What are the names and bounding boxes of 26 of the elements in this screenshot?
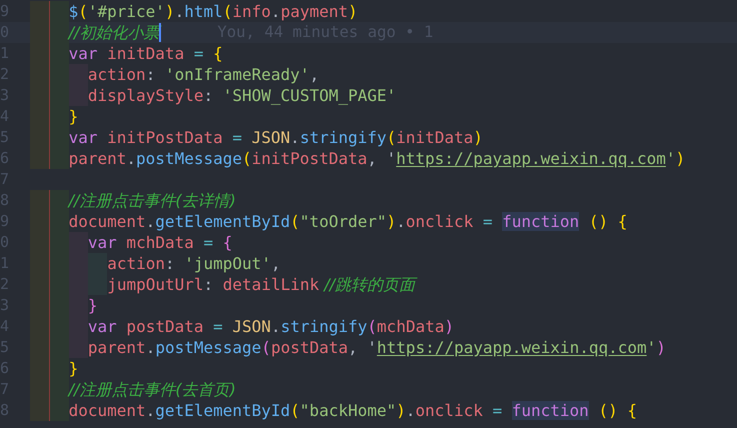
code-line: } <box>88 295 98 316</box>
code-line: displayStyle: 'SHOW_CUSTOM_PAGE' <box>88 85 396 106</box>
code-line: action: 'onIframeReady', <box>88 64 320 85</box>
code-line: jumpOutUrl: detailLink //跳转的页面 <box>107 274 415 295</box>
code-line: //注册点击事件(去详情) <box>68 190 236 211</box>
indent-guide <box>30 148 50 169</box>
indent-guide <box>30 190 50 211</box>
code-line: var mchData = { <box>88 232 232 253</box>
indent-guide <box>49 148 69 169</box>
code-line: var postData = JSON.stringify(mchData) <box>88 316 454 337</box>
indent-guide <box>49 190 69 211</box>
code-line: action: 'jumpOut', <box>107 253 281 274</box>
code-line: $('#price').html(info.payment) <box>68 1 358 22</box>
code-line: var initPostData = JSON.stringify(initData) <box>68 127 483 148</box>
code-line: } <box>68 358 78 379</box>
code-line: } <box>68 106 78 127</box>
code-line: parent.postMessage(initPostData, 'https://payapp.weixin.qq.com') <box>68 148 686 169</box>
indent-guide <box>49 1 69 22</box>
code-line: parent.postMessage(postData, 'https://payapp.weixin.qq.com') <box>88 337 666 358</box>
code-line: //注册点击事件(去首页) <box>68 379 236 400</box>
code-line: document.getElementById("toOrder").onclick = function () { <box>68 211 628 232</box>
indent-guide <box>30 1 50 22</box>
code-line: var initData = { <box>68 43 223 64</box>
code-line: document.getElementById("backHome").onclick = function () { <box>68 400 637 421</box>
indent-guide <box>49 400 69 421</box>
indent-guide <box>30 400 50 421</box>
